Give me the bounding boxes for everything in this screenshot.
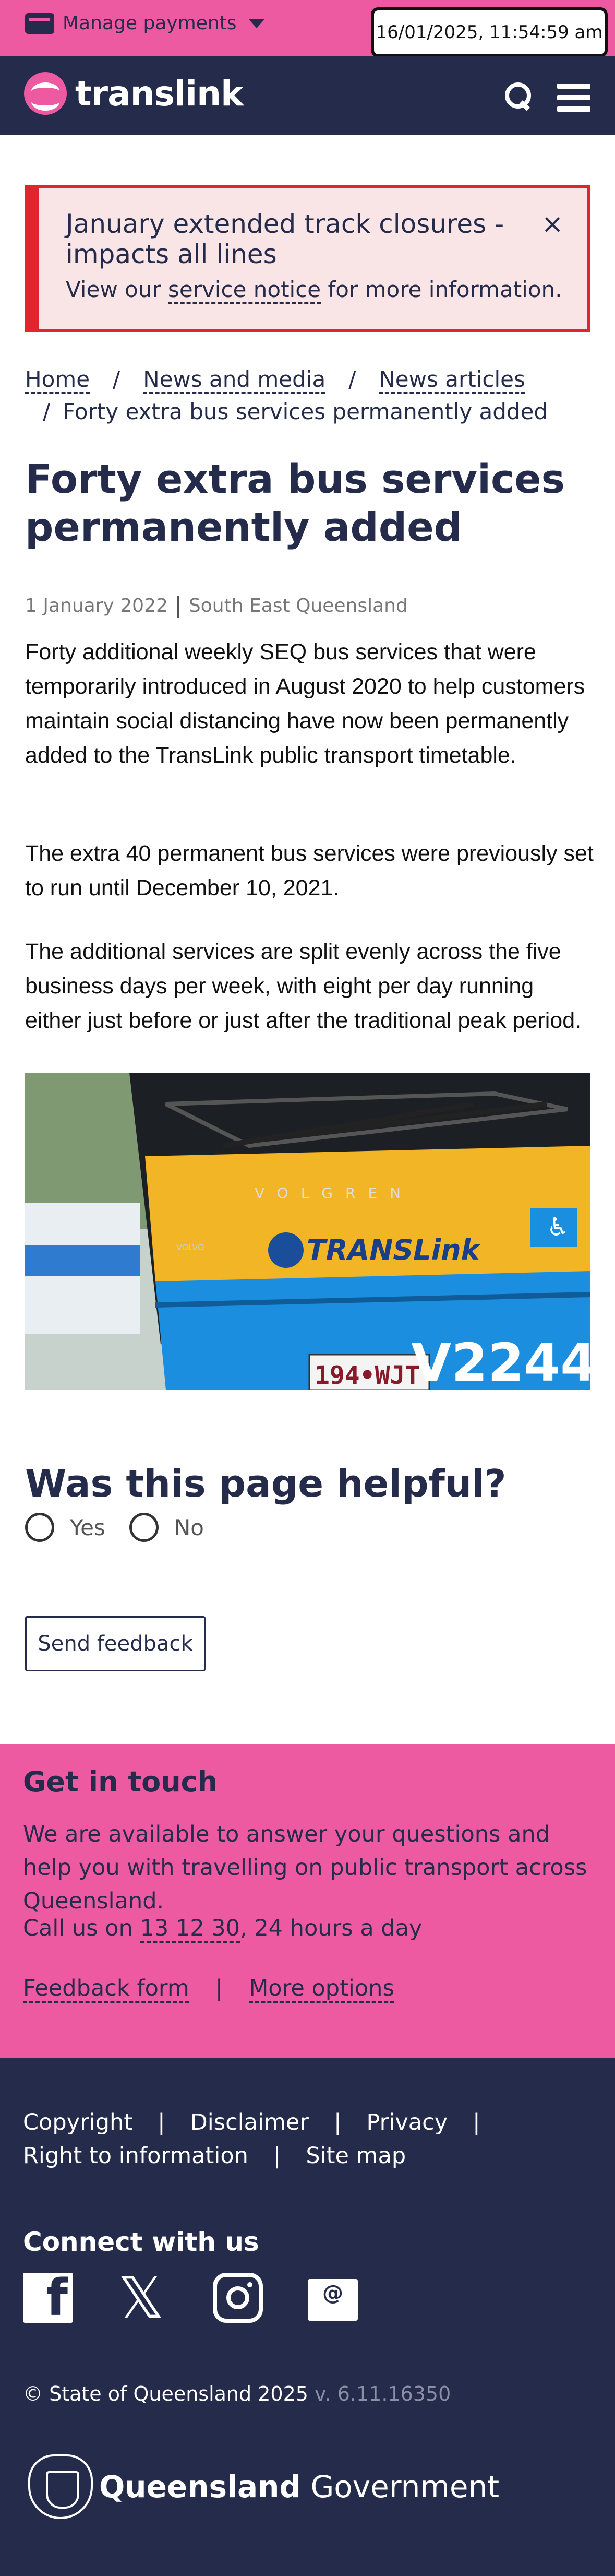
footer-separator: | xyxy=(333,2109,342,2135)
site-footer: Copyright | Disclaimer | Privacy | Right to i… xyxy=(0,2058,615,2576)
breadcrumb-home[interactable]: Home xyxy=(25,366,90,394)
datetime-badge: 16/01/2025, 11:54:59 am xyxy=(371,7,608,57)
qgov-text: Queensland Government xyxy=(99,2469,499,2504)
instagram-icon[interactable] xyxy=(213,2273,263,2323)
service-alert: January extended track closures - impact… xyxy=(25,185,590,332)
footer-link-site-map[interactable]: Site map xyxy=(306,2143,406,2169)
breadcrumb-separator: / xyxy=(43,399,51,424)
send-feedback-button[interactable]: Send feedback xyxy=(25,1616,206,1671)
search-icon[interactable] xyxy=(505,82,531,109)
article-image: VOLGREN TRANSLink ♿ VOLVO 194•WJT V2244 xyxy=(25,1073,590,1390)
alert-description: View our service notice for more informa… xyxy=(66,277,562,304)
close-icon[interactable]: × xyxy=(541,209,563,239)
manage-payments-menu[interactable]: Manage payments xyxy=(25,13,265,34)
top-utility-bar: Manage payments 16/01/2025, 11:54:59 am xyxy=(0,0,615,57)
service-notice-link[interactable]: service notice xyxy=(167,277,321,304)
facebook-icon[interactable]: f xyxy=(23,2273,73,2323)
footer-link-privacy[interactable]: Privacy xyxy=(366,2109,448,2135)
article-paragraph: The additional services are split evenly… xyxy=(25,939,582,1033)
yes-radio[interactable] xyxy=(25,1513,54,1542)
email-icon[interactable]: @ xyxy=(308,2279,358,2321)
qgov-rest: Government xyxy=(310,2469,500,2504)
bus-make: VOLVO xyxy=(176,1242,204,1252)
article-date: 1 January 2022 xyxy=(25,595,168,616)
bus-plate: 194•WJT xyxy=(315,1361,420,1390)
version-label: v. 6.11.16350 xyxy=(315,2382,451,2405)
breadcrumb-current: Forty extra bus services permanently add… xyxy=(63,399,548,424)
yes-label: Yes xyxy=(70,1514,105,1540)
alert-title: January extended track closures - impact… xyxy=(66,209,504,269)
helpful-heading: Was this page helpful? xyxy=(25,1462,507,1505)
no-radio[interactable] xyxy=(129,1513,159,1542)
get-in-touch-heading: Get in touch xyxy=(23,1765,218,1798)
bus-fleet-number: V2244 xyxy=(411,1332,590,1390)
meta-divider xyxy=(177,596,179,618)
call-suffix: , 24 hours a day xyxy=(239,1915,423,1941)
feedback-form-link[interactable]: Feedback form xyxy=(23,1975,189,2003)
qld-crest-icon xyxy=(28,2454,93,2519)
article-paragraph: Forty additional weekly SEQ bus services… xyxy=(25,639,585,768)
copyright-label: © State of Queensland 2025 xyxy=(23,2382,308,2405)
social-links: f 𝕏 @ xyxy=(23,2269,403,2326)
manage-payments-label: Manage payments xyxy=(63,13,237,34)
breadcrumb-separator: / xyxy=(113,366,120,392)
call-prefix: Call us on xyxy=(23,1915,133,1941)
footer-link-right-to-information[interactable]: Right to information xyxy=(23,2143,248,2169)
footer-link-disclaimer[interactable]: Disclaimer xyxy=(190,2109,309,2135)
contact-text: We are available to answer your question… xyxy=(23,1821,587,1914)
article-paragraph: The extra 40 permanent bus services were… xyxy=(25,841,594,900)
connect-heading: Connect with us xyxy=(23,2227,259,2257)
no-label: No xyxy=(174,1514,204,1540)
contact-call: Call us on 13 12 30, 24 hours a day xyxy=(23,1912,592,1945)
copyright-text: © State of Queensland 2025 v. 6.11.16350 xyxy=(23,2382,451,2405)
card-icon xyxy=(25,13,54,34)
queensland-government-logo[interactable]: Queensland Government xyxy=(28,2454,499,2519)
alert-desc-suffix: for more information. xyxy=(328,277,562,302)
get-in-touch-section: Get in touch We are available to answer … xyxy=(0,1744,615,2058)
footer-separator: | xyxy=(158,2109,165,2135)
main-header: translink xyxy=(0,56,615,135)
translink-logo-icon xyxy=(24,72,67,115)
phone-link[interactable]: 13 12 30 xyxy=(140,1915,240,1943)
breadcrumb-news-media[interactable]: News and media xyxy=(143,366,326,394)
hamburger-menu-icon[interactable] xyxy=(557,84,590,112)
footer-separator: | xyxy=(473,2109,480,2135)
logo-text: translink xyxy=(75,73,244,114)
bus-logo: TRANSLink xyxy=(307,1233,481,1266)
contact-links: Feedback form | More options xyxy=(23,1975,394,2003)
footer-links: Copyright | Disclaimer | Privacy | Right to i… xyxy=(23,2106,597,2173)
page-title: Forty extra bus services permanently add… xyxy=(25,456,565,550)
translink-logo[interactable]: translink xyxy=(24,72,244,115)
breadcrumb: Home / News and media / News articles / Forty… xyxy=(25,363,599,428)
breadcrumb-separator: / xyxy=(348,366,356,392)
article-region: South East Queensland xyxy=(188,595,408,616)
x-twitter-icon[interactable]: 𝕏 xyxy=(118,2269,168,2326)
more-options-link[interactable]: More options xyxy=(249,1975,394,2003)
bus-photo: VOLGREN TRANSLink ♿ VOLVO 194•WJT V2244 xyxy=(25,1073,590,1390)
svg-text:♿: ♿ xyxy=(547,1213,569,1242)
footer-separator: | xyxy=(273,2143,281,2169)
helpful-options: Yes No xyxy=(25,1513,204,1542)
chevron-down-icon xyxy=(248,18,265,28)
breadcrumb-news-articles[interactable]: News articles xyxy=(379,366,525,394)
alert-desc-prefix: View our xyxy=(66,277,161,302)
link-separator: | xyxy=(215,1975,223,2001)
footer-link-copyright[interactable]: Copyright xyxy=(23,2109,132,2135)
bus-brand: VOLGREN xyxy=(255,1184,413,1202)
qgov-bold: Queensland xyxy=(99,2469,301,2504)
article-meta: 1 January 2022 South East Queensland xyxy=(25,595,408,618)
